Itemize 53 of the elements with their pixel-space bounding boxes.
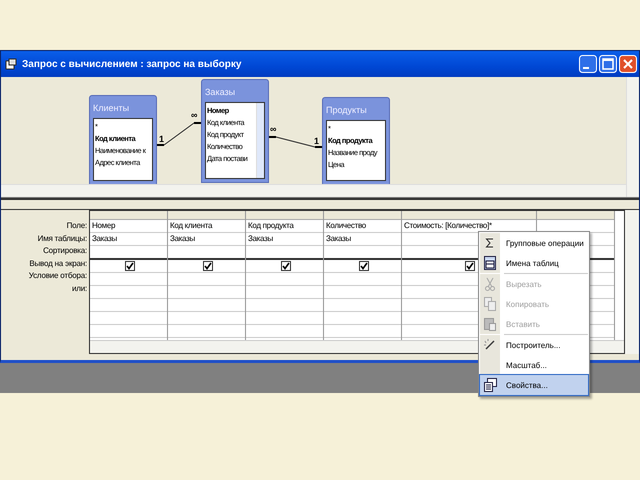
menu-item[interactable]: Свойства... <box>480 375 588 395</box>
row-label: Вывод на экран: <box>29 258 87 270</box>
maximize-icon[interactable] <box>599 55 617 73</box>
many-label: ∞ <box>191 110 198 120</box>
row-label: Поле: <box>66 220 87 232</box>
one-label: 1 <box>159 134 164 144</box>
table-cell[interactable]: Заказы <box>90 233 167 246</box>
checkbox[interactable] <box>202 261 212 271</box>
column-selector[interactable] <box>246 211 323 220</box>
minimize-icon[interactable] <box>579 55 597 73</box>
table-icon <box>484 256 496 270</box>
wand-icon <box>483 338 497 352</box>
vertical-scrollbar[interactable] <box>626 77 639 197</box>
row-label: Условие отбора: <box>28 270 87 282</box>
column-selector[interactable] <box>402 211 536 220</box>
window-title: Запрос с вычислением : запрос на выборку <box>22 58 242 70</box>
field-cell[interactable]: Код клиента <box>168 220 245 233</box>
sigma-icon <box>485 238 495 248</box>
close-icon[interactable] <box>619 55 637 73</box>
query-icon <box>5 58 17 70</box>
field-cell[interactable]: Номер <box>90 220 167 233</box>
many-label: ∞ <box>270 124 276 134</box>
field-cell[interactable]: Код продукта <box>246 220 323 233</box>
menu-item[interactable]: Масштаб... <box>480 355 588 375</box>
scissors-icon <box>485 277 495 291</box>
row-label: Сортировка: <box>43 245 87 257</box>
vertical-scrollbar[interactable] <box>625 210 639 354</box>
checkbox[interactable] <box>280 261 290 271</box>
copy-icon <box>484 297 496 311</box>
join-line <box>157 122 201 146</box>
column-selector[interactable] <box>90 211 167 220</box>
table-name: Клиенты <box>93 102 130 115</box>
checkbox[interactable] <box>124 261 134 271</box>
table-cell[interactable]: Заказы <box>324 233 401 246</box>
table-name: Заказы <box>205 86 236 99</box>
column-selector[interactable] <box>324 211 401 220</box>
table-name: Продукты <box>326 104 368 117</box>
row-label: или: <box>72 282 87 294</box>
checkbox[interactable] <box>465 261 475 271</box>
splitter-bar[interactable] <box>1 198 639 210</box>
scrollbar[interactable] <box>256 103 264 178</box>
row-label: Имя таблицы: <box>38 232 87 245</box>
paste-icon <box>484 317 496 331</box>
column-selector[interactable] <box>168 211 245 220</box>
join-line <box>269 136 322 148</box>
properties-icon <box>484 378 496 392</box>
field-cell[interactable]: Количество <box>324 220 401 233</box>
horizontal-scrollbar[interactable] <box>1 184 626 197</box>
table-cell[interactable]: Заказы <box>168 233 245 246</box>
table-cell[interactable]: Заказы <box>246 233 323 246</box>
one-label: 1 <box>314 136 320 146</box>
checkbox[interactable] <box>358 261 368 271</box>
column-selector[interactable] <box>537 211 614 220</box>
